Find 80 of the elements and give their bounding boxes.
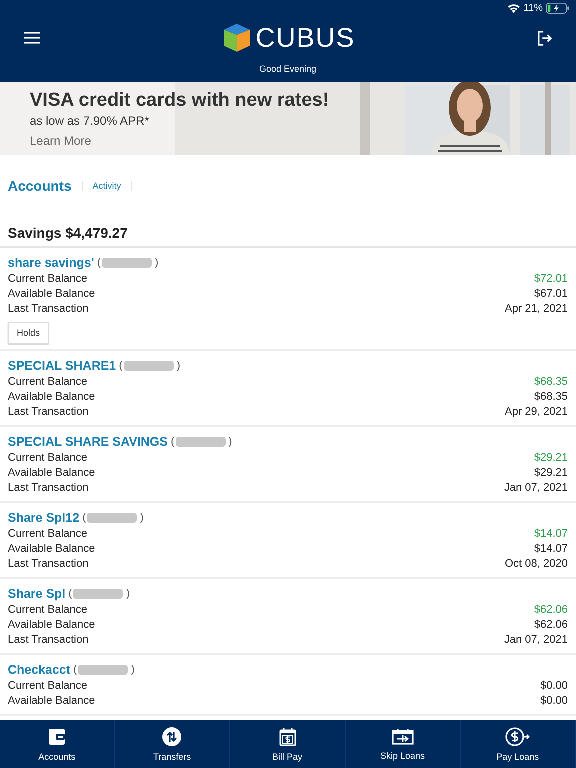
promo-headline: VISA credit cards with new rates!: [30, 90, 330, 112]
nav-tab[interactable]: Transfers: [115, 720, 230, 768]
redacted-number: [73, 589, 124, 599]
logo-text: CUBUS: [256, 22, 356, 54]
section-title: Savings $4,479.27: [0, 195, 576, 248]
wifi-icon: [506, 2, 521, 14]
balance-value: $14.07: [534, 527, 568, 542]
balance-label: Available Balance: [8, 694, 96, 709]
greeting-text: Good Evening: [258, 64, 318, 74]
nav-tab[interactable]: Bill Pay: [230, 720, 346, 768]
balance-label: Last Transaction: [8, 405, 89, 420]
paren-text: (: [171, 436, 175, 448]
paren-text: (: [68, 588, 72, 600]
balance-label: Current Balance: [8, 603, 88, 618]
tab[interactable]: Accounts: [8, 178, 72, 194]
balance-value: $68.35: [534, 375, 568, 390]
wallet-icon: [47, 726, 68, 746]
balance-label: Available Balance: [8, 542, 96, 557]
paren-text: ): [126, 588, 130, 600]
tab[interactable]: Activity: [92, 181, 122, 191]
balance-value: Apr 29, 2021: [505, 405, 568, 420]
balance-value: $67.01: [534, 287, 568, 302]
balance-label: Current Balance: [8, 679, 88, 694]
balance-label: Last Transaction: [8, 302, 89, 317]
redacted-number: [102, 258, 152, 268]
promo-subtitle: as low as 7.90% APR*: [30, 114, 150, 128]
nav-tab[interactable]: Skip Loans: [346, 720, 461, 768]
paren-text: ): [155, 257, 159, 269]
balance-label: Current Balance: [8, 527, 88, 542]
dollar-arrow-icon: [504, 726, 531, 746]
balance-value: $14.07: [534, 542, 568, 557]
nav-tab[interactable]: Accounts: [0, 720, 116, 768]
balance-value: $0.00: [540, 694, 568, 709]
cube-logo-icon: [222, 23, 252, 53]
calendar-dollar-icon: [278, 726, 298, 746]
balance-value: Oct 08, 2020: [505, 557, 568, 572]
balance-label: Available Balance: [8, 287, 96, 302]
balance-label: Current Balance: [8, 272, 88, 287]
paren-text: ): [176, 360, 180, 372]
paren-text: (: [97, 257, 102, 269]
balance-value: Apr 21, 2021: [505, 302, 568, 317]
balance-label: Current Balance: [8, 375, 88, 390]
balance-value: $62.06: [534, 618, 568, 633]
balance-value: $62.06: [534, 603, 568, 618]
learn-more-link[interactable]: Learn More: [30, 134, 92, 148]
account-name-link[interactable]: SPECIAL SHARE SAVINGS: [8, 435, 168, 449]
balance-label: Last Transaction: [8, 557, 89, 572]
balance-value: $29.21: [534, 466, 568, 481]
balance-label: Available Balance: [8, 466, 96, 481]
balance-label: Current Balance: [8, 451, 88, 466]
paren-text: (: [82, 512, 86, 524]
holds-button[interactable]: Holds: [8, 322, 50, 344]
paren-text: ): [140, 512, 144, 524]
transfer-icon: [162, 726, 182, 746]
balance-label: Available Balance: [8, 618, 96, 633]
account-name-link[interactable]: SPECIAL SHARE1: [8, 359, 116, 373]
balance-value: $29.21: [534, 451, 568, 466]
redacted-number: [87, 513, 138, 523]
paren-text: ): [131, 664, 135, 676]
balance-value: $72.01: [534, 272, 568, 287]
paren-text: ): [228, 436, 232, 448]
account-name-link[interactable]: Share Spl12: [8, 511, 80, 525]
balance-value: $68.35: [534, 390, 568, 405]
nav-tab[interactable]: Pay Loans: [460, 720, 576, 768]
account-name-link[interactable]: share savings': [8, 256, 94, 270]
balance-label: Available Balance: [8, 390, 96, 405]
redacted-number: [176, 437, 226, 447]
balance-value: $0.00: [540, 679, 568, 694]
balance-value: Jan 07, 2021: [504, 633, 568, 648]
balance-label: Last Transaction: [8, 481, 89, 496]
balance-label: Last Transaction: [8, 633, 89, 648]
paren-text: (: [74, 664, 78, 676]
battery-percent: 11%: [524, 2, 543, 14]
balance-value: Jan 07, 2021: [504, 481, 568, 496]
account-name-link[interactable]: Checkacct: [8, 663, 71, 677]
redacted-number: [124, 361, 174, 371]
paren-text: (: [119, 360, 123, 372]
battery-icon: [546, 2, 570, 14]
redacted-number: [78, 665, 128, 675]
account-name-link[interactable]: Share Spl: [8, 587, 66, 601]
